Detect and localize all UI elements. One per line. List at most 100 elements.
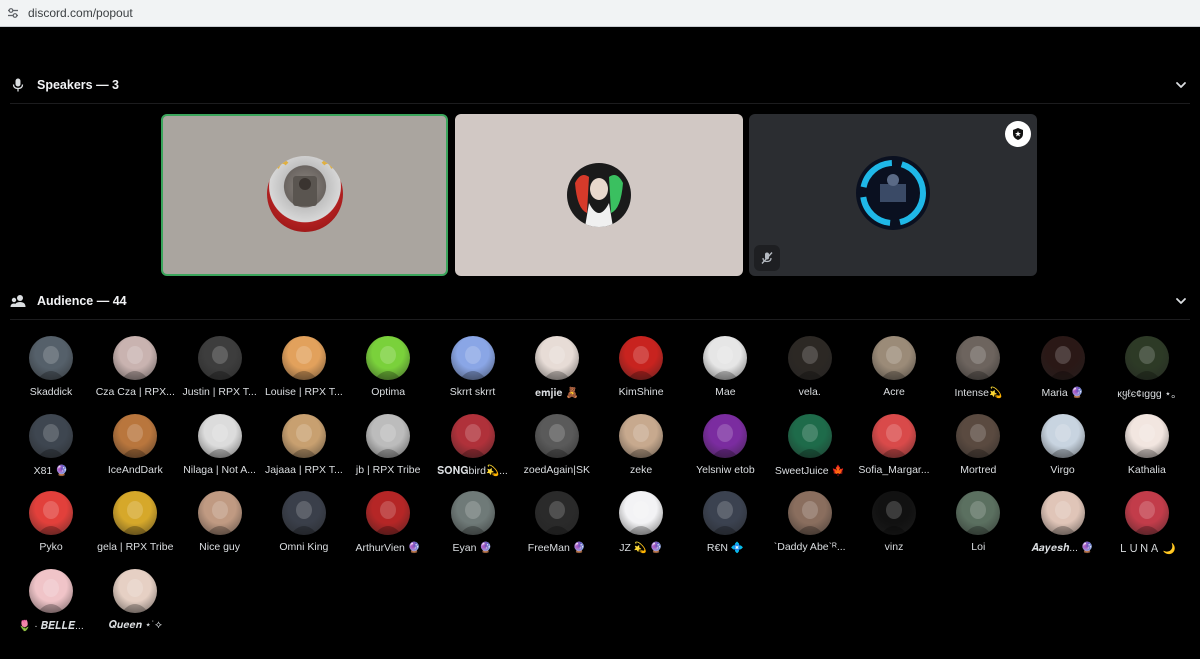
- audience-member[interactable]: ArthurVien 🔮: [346, 485, 430, 555]
- avatar[interactable]: [113, 413, 158, 458]
- audience-member[interactable]: FreeMan 🔮: [515, 485, 599, 555]
- audience-member[interactable]: Jajaaa | RPX T...: [262, 408, 346, 478]
- avatar[interactable]: [29, 491, 73, 535]
- audience-member[interactable]: Yelsniw etob: [683, 408, 767, 478]
- audience-member[interactable]: Skaddick: [9, 330, 93, 400]
- avatar[interactable]: [1124, 413, 1169, 458]
- audience-member[interactable]: `Daddy Abe`ᴿ...: [768, 485, 852, 555]
- avatar[interactable]: [366, 336, 411, 380]
- chevron-down-icon[interactable]: [1174, 294, 1188, 308]
- audience-member[interactable]: jb | RPX Tribe: [346, 408, 430, 478]
- avatar[interactable]: [1040, 336, 1085, 380]
- audience-member[interactable]: X81 🔮: [9, 408, 93, 478]
- avatar[interactable]: [1040, 491, 1085, 535]
- avatar[interactable]: [366, 413, 411, 458]
- audience-member[interactable]: ＬＵＮＡ 🌙: [1105, 485, 1189, 555]
- audience-member[interactable]: Pyko: [9, 485, 93, 555]
- audience-member[interactable]: Mortred: [936, 408, 1020, 478]
- audience-member[interactable]: 𝐞𝐦𝐣𝐢𝐞 🧸: [515, 330, 599, 400]
- audience-member[interactable]: Sofia_Margar...: [852, 408, 936, 478]
- avatar[interactable]: [872, 336, 916, 380]
- avatar[interactable]: [450, 336, 495, 380]
- audience-member[interactable]: Intense💫: [936, 330, 1020, 400]
- avatar[interactable]: [787, 336, 832, 380]
- avatar[interactable]: [450, 491, 495, 535]
- audience-member[interactable]: Acre: [852, 330, 936, 400]
- audience-member[interactable]: Eyan 🔮: [431, 485, 515, 555]
- avatar[interactable]: [281, 413, 326, 458]
- avatar[interactable]: [29, 336, 73, 380]
- avatar[interactable]: [366, 491, 411, 535]
- speakers-header[interactable]: Speakers — 3: [0, 74, 1200, 96]
- avatar[interactable]: [29, 568, 73, 613]
- avatar[interactable]: [872, 491, 916, 535]
- avatar[interactable]: [113, 491, 158, 535]
- audience-member[interactable]: Justin | RPX T...: [178, 330, 262, 400]
- avatar[interactable]: [29, 413, 73, 458]
- avatar[interactable]: [787, 413, 832, 458]
- audience-member[interactable]: vela.: [768, 330, 852, 400]
- audience-member[interactable]: кყℓє¢ιggg ⋆｡: [1105, 330, 1189, 400]
- avatar[interactable]: [281, 336, 326, 380]
- audience-member[interactable]: Nice guy: [178, 485, 262, 555]
- avatar[interactable]: [197, 336, 242, 380]
- audience-header[interactable]: Audience — 44: [0, 290, 1200, 312]
- audience-member[interactable]: 🌷 · 𝑩𝑬𝑳𝑳𝑬...: [9, 563, 93, 633]
- avatar[interactable]: [703, 336, 748, 380]
- avatar[interactable]: [619, 413, 664, 458]
- avatar[interactable]: [1124, 336, 1169, 380]
- audience-member[interactable]: zeke: [599, 408, 683, 478]
- avatar[interactable]: [534, 336, 579, 380]
- avatar[interactable]: [787, 491, 832, 535]
- avatar[interactable]: [872, 413, 916, 458]
- audience-member[interactable]: Louise | RPX T...: [262, 330, 346, 400]
- avatar[interactable]: [534, 491, 579, 535]
- avatar[interactable]: [197, 491, 242, 535]
- audience-member[interactable]: gela | RPX Tribe: [93, 485, 177, 555]
- audience-member[interactable]: R€N 💠: [683, 485, 767, 555]
- audience-member[interactable]: zoedAgain|SK: [515, 408, 599, 478]
- site-settings-icon[interactable]: [6, 6, 20, 20]
- avatar[interactable]: [703, 413, 748, 458]
- avatar[interactable]: [113, 568, 158, 613]
- speaker-avatar[interactable]: [567, 163, 631, 227]
- audience-member[interactable]: Nilaga | Not A...: [178, 408, 262, 478]
- speaker-avatar[interactable]: [856, 156, 930, 230]
- avatar[interactable]: [956, 413, 1001, 458]
- speaker-tile[interactable]: [455, 114, 743, 276]
- audience-member[interactable]: Omni King: [262, 485, 346, 555]
- audience-member[interactable]: Skrrt skrrt: [431, 330, 515, 400]
- audience-member[interactable]: Loi: [936, 485, 1020, 555]
- audience-member[interactable]: Maria 🔮: [1021, 330, 1105, 400]
- avatar[interactable]: [956, 336, 1001, 380]
- chevron-down-icon[interactable]: [1174, 78, 1188, 92]
- audience-member[interactable]: vinz: [852, 485, 936, 555]
- avatar[interactable]: [1040, 413, 1085, 458]
- audience-member[interactable]: KimShine: [599, 330, 683, 400]
- avatar[interactable]: [956, 491, 1001, 535]
- audience-member[interactable]: 𝑨𝒂𝒚𝒆𝒔𝒉... 🔮: [1021, 485, 1105, 555]
- audience-member[interactable]: Optima: [346, 330, 430, 400]
- audience-member[interactable]: Cza Cza | RPX...: [93, 330, 177, 400]
- audience-member[interactable]: Virgo: [1021, 408, 1105, 478]
- audience-member[interactable]: 𝑸𝒖𝒆𝒆𝒏 ⋆˙⟡: [93, 563, 177, 633]
- address-url[interactable]: discord.com/popout: [28, 6, 133, 20]
- audience-member[interactable]: Mae: [683, 330, 767, 400]
- audience-member[interactable]: JZ 💫 🔮: [599, 485, 683, 555]
- avatar[interactable]: [113, 336, 158, 380]
- avatar[interactable]: [703, 491, 748, 535]
- browser-address-bar[interactable]: discord.com/popout: [0, 0, 1200, 27]
- avatar[interactable]: [281, 491, 326, 535]
- avatar[interactable]: [534, 413, 579, 458]
- speaker-tile[interactable]: [749, 114, 1037, 276]
- audience-member[interactable]: SweetJuice 🍁: [768, 408, 852, 478]
- audience-member[interactable]: IceAndDark: [93, 408, 177, 478]
- audience-member[interactable]: Kathalia: [1105, 408, 1189, 478]
- avatar[interactable]: [1124, 491, 1169, 535]
- audience-member[interactable]: 𝐒𝐎𝐍𝐆bird💫...: [431, 408, 515, 478]
- avatar[interactable]: [197, 413, 242, 458]
- speaker-tile-speaking[interactable]: [161, 114, 448, 276]
- avatar[interactable]: [619, 336, 664, 380]
- speaker-avatar[interactable]: [267, 156, 343, 232]
- avatar[interactable]: [450, 413, 495, 458]
